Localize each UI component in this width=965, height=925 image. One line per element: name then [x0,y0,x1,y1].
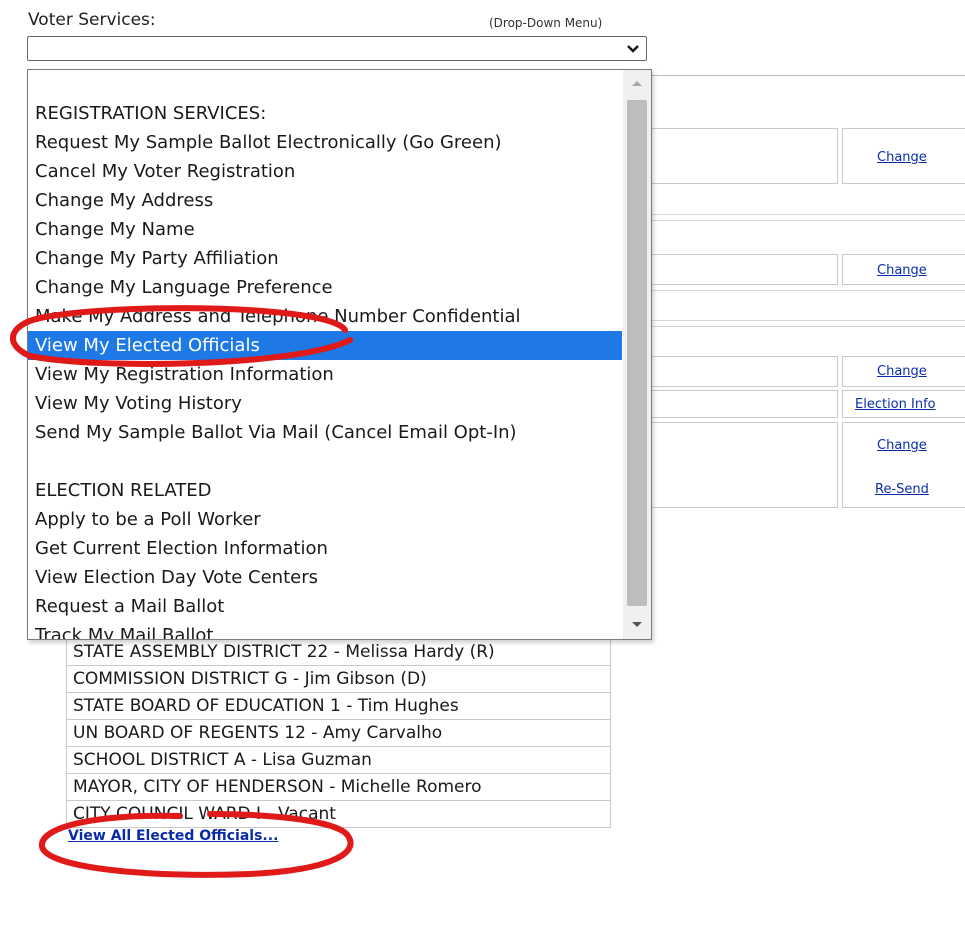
voter-services-label: Voter Services: [28,10,156,30]
table-row: STATE BOARD OF EDUCATION 1 - Tim Hughes [66,692,611,720]
form-divider [600,326,965,327]
change-link-1[interactable]: Change [877,150,927,165]
elected-officials-table: STATE ASSEMBLY DISTRICT 22 - Melissa Har… [66,638,611,828]
dropdown-option[interactable]: View My Voting History [28,389,622,418]
dropdown-option[interactable]: View My Registration Information [28,360,622,389]
dropdown-option[interactable]: Cancel My Voter Registration [28,157,622,186]
form-divider [600,320,965,321]
dropdown-option-blank [28,447,622,476]
voter-services-select[interactable] [27,36,647,61]
form-divider [652,75,965,76]
table-row: SCHOOL DISTRICT A - Lisa Guzman [66,746,611,774]
dropdown-option[interactable]: Send My Sample Ballot Via Mail (Cancel E… [28,418,622,447]
dropdown-option[interactable]: Get Current Election Information [28,534,622,563]
dropdown-option[interactable]: Change My Name [28,215,622,244]
change-link-2[interactable]: Change [877,263,927,278]
official-cell: STATE BOARD OF EDUCATION 1 - Tim Hughes [66,692,611,720]
view-all-elected-officials-link[interactable]: View All Elected Officials... [68,828,278,844]
dropdown-option[interactable]: ELECTION RELATED [28,476,622,505]
dropdown-option[interactable]: Request My Sample Ballot Electronically … [28,128,622,157]
scrollbar-thumb[interactable] [627,100,647,606]
table-row: UN BOARD OF REGENTS 12 - Amy Carvalho [66,719,611,747]
scroll-up-arrow-icon[interactable] [623,70,651,100]
official-cell: UN BOARD OF REGENTS 12 - Amy Carvalho [66,719,611,747]
change-link-3[interactable]: Change [877,364,927,379]
election-info-link[interactable]: Election Info [855,397,936,412]
form-divider [600,220,965,221]
chevron-down-icon [627,45,639,53]
dropdown-option[interactable]: View Election Day Vote Centers [28,563,622,592]
form-divider [600,290,965,291]
table-row: MAYOR, CITY OF HENDERSON - Michelle Rome… [66,773,611,801]
dropdown-option[interactable]: Track My Mail Ballot [28,621,622,639]
dropdown-menu-note: (Drop-Down Menu) [489,16,603,30]
resend-link[interactable]: Re-Send [875,482,929,497]
form-divider [600,214,965,215]
dropdown-option[interactable]: Make My Address and Telephone Number Con… [28,302,622,331]
table-row: COMMISSION DISTRICT G - Jim Gibson (D) [66,665,611,693]
voter-services-dropdown-list[interactable]: REGISTRATION SERVICES: Request My Sample … [27,69,652,640]
dropdown-option[interactable]: Apply to be a Poll Worker [28,505,622,534]
change-link-4[interactable]: Change [877,438,927,453]
dropdown-option-blank [28,70,622,99]
official-cell: COMMISSION DISTRICT G - Jim Gibson (D) [66,665,611,693]
dropdown-option[interactable]: View My Elected Officials [28,331,622,360]
dropdown-option[interactable]: Change My Language Preference [28,273,622,302]
dropdown-option[interactable]: Change My Address [28,186,622,215]
table-row: STATE ASSEMBLY DISTRICT 22 - Melissa Har… [66,638,611,666]
table-row: CITY COUNCIL WARD I - Vacant [66,800,611,828]
official-cell: STATE ASSEMBLY DISTRICT 22 - Melissa Har… [66,638,611,666]
dropdown-option[interactable]: Request a Mail Ballot [28,592,622,621]
dropdown-scrollbar[interactable] [623,70,651,639]
dropdown-option[interactable]: REGISTRATION SERVICES: [28,99,622,128]
dropdown-options: REGISTRATION SERVICES: Request My Sample … [28,70,622,639]
dropdown-option[interactable]: Change My Party Affiliation [28,244,622,273]
official-cell: CITY COUNCIL WARD I - Vacant [66,800,611,828]
official-cell: MAYOR, CITY OF HENDERSON - Michelle Rome… [66,773,611,801]
official-cell: SCHOOL DISTRICT A - Lisa Guzman [66,746,611,774]
scroll-down-arrow-icon[interactable] [623,609,651,639]
